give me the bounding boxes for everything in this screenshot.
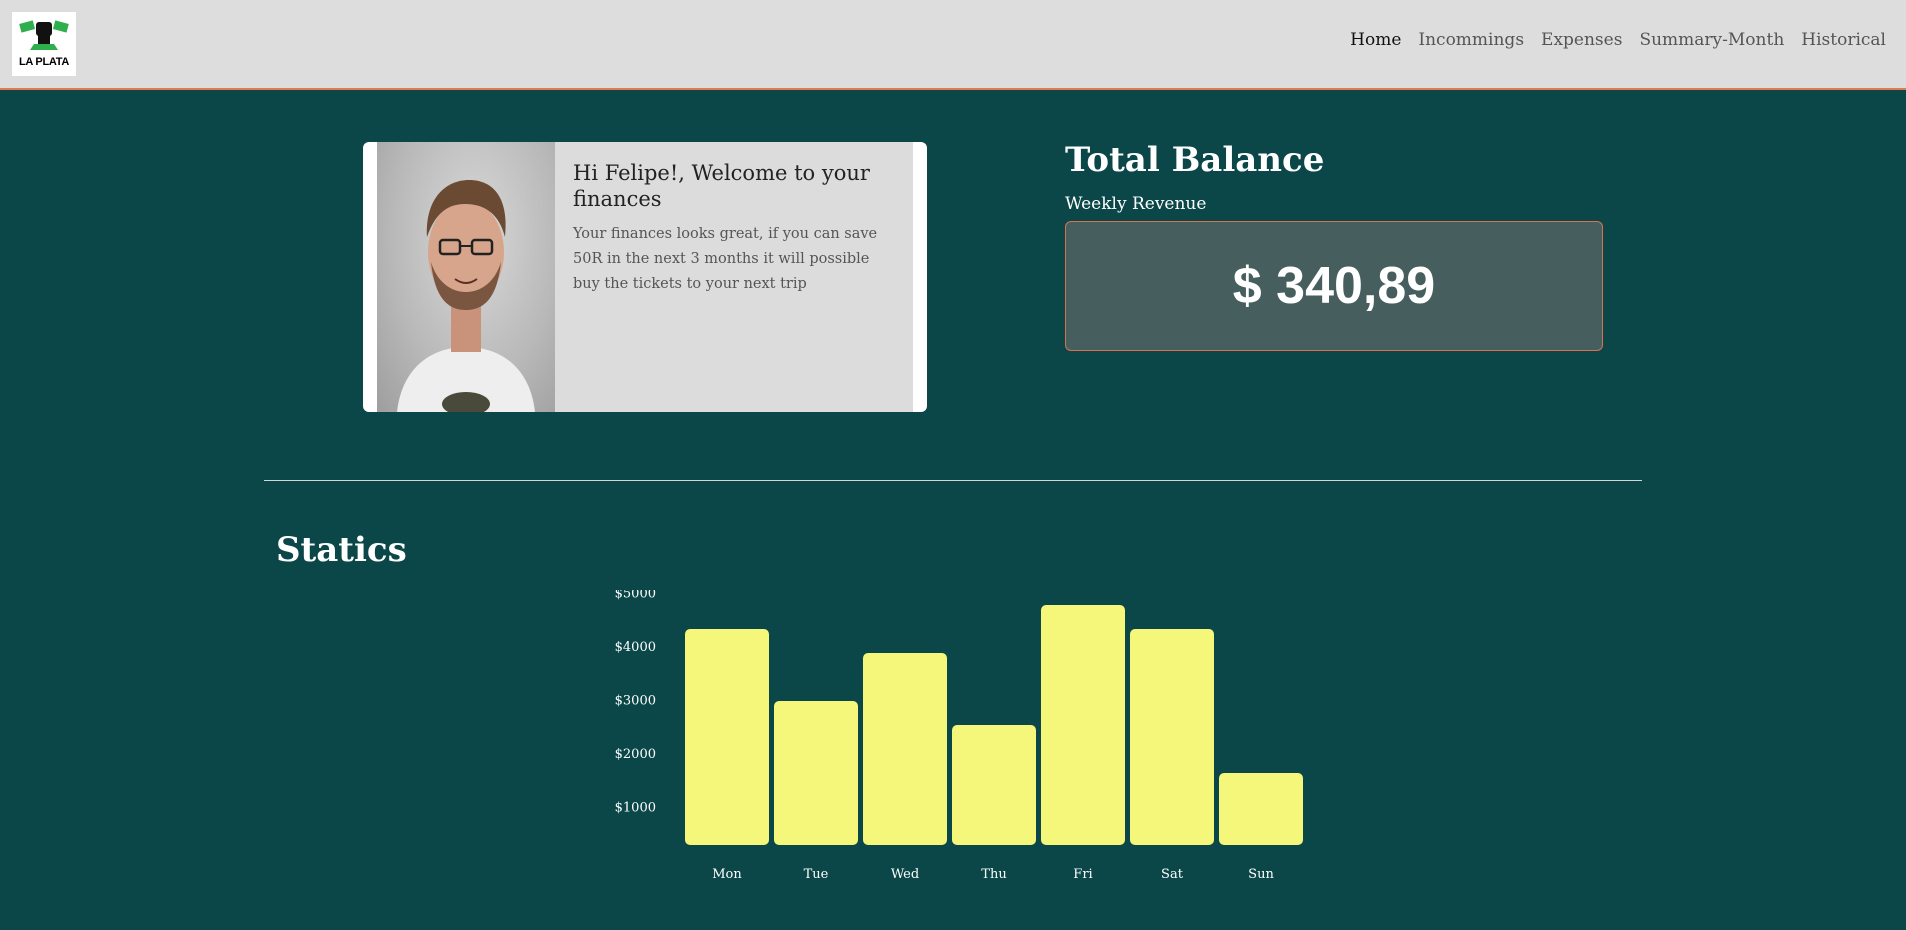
x-tick-label: Fri: [1073, 867, 1092, 882]
x-tick-label: Sun: [1248, 867, 1274, 882]
welcome-card: Hi Felipe!, Welcome to your finances You…: [363, 142, 927, 412]
y-tick-label: $4000: [615, 640, 656, 655]
nav-home[interactable]: Home: [1350, 30, 1401, 50]
statics-title: Statics: [276, 530, 407, 570]
nav-summary-month[interactable]: Summary-Month: [1639, 30, 1784, 50]
logo[interactable]: LA PLATA: [12, 12, 76, 76]
fist-money-icon: [19, 20, 69, 50]
bar-sun: [1219, 773, 1303, 845]
balance-title: Total Balance: [1065, 140, 1325, 180]
balance-box: $ 340,89: [1065, 221, 1603, 351]
balance-value: $ 340,89: [1232, 257, 1436, 315]
y-tick-label: $2000: [615, 747, 656, 762]
bar-thu: [952, 725, 1036, 845]
welcome-text: Your finances looks great, if you can sa…: [573, 226, 878, 292]
x-tick-label: Sat: [1161, 867, 1184, 882]
x-tick-label: Tue: [804, 867, 829, 882]
x-tick-label: Wed: [891, 867, 919, 882]
bar-wed: [863, 653, 947, 845]
weekly-bar-chart: $1000 $2000 $3000 $4000 $5000 Mon Tue Wed Thu Fri…: [615, 590, 1303, 882]
nav-historical[interactable]: Historical: [1801, 30, 1886, 50]
profile-photo: [377, 142, 555, 412]
x-tick-label: Mon: [712, 867, 742, 882]
y-tick-label: $5000: [615, 590, 656, 602]
y-tick-label: $3000: [615, 694, 656, 709]
bar-tue: [774, 701, 858, 845]
main-nav: Home Incommings Expenses Summary-Month H…: [1350, 30, 1886, 50]
nav-incommings[interactable]: Incommings: [1418, 30, 1524, 50]
bar-fri: [1041, 605, 1125, 845]
profile-portrait: [397, 180, 535, 412]
welcome-title: Hi Felipe!, Welcome to your finances: [573, 161, 870, 211]
top-navbar: LA PLATA Home Incommings Expenses Summar…: [0, 0, 1906, 90]
nav-expenses[interactable]: Expenses: [1541, 30, 1622, 50]
section-divider: [264, 480, 1642, 481]
bar-sat: [1130, 629, 1214, 845]
welcome-card-body: Hi Felipe!, Welcome to your finances You…: [377, 142, 913, 412]
x-tick-label: Thu: [981, 867, 1006, 882]
bar-mon: [685, 629, 769, 845]
logo-text: LA PLATA: [19, 56, 69, 68]
balance-subtitle: Weekly Revenue: [1065, 194, 1207, 214]
y-tick-label: $1000: [615, 801, 656, 816]
